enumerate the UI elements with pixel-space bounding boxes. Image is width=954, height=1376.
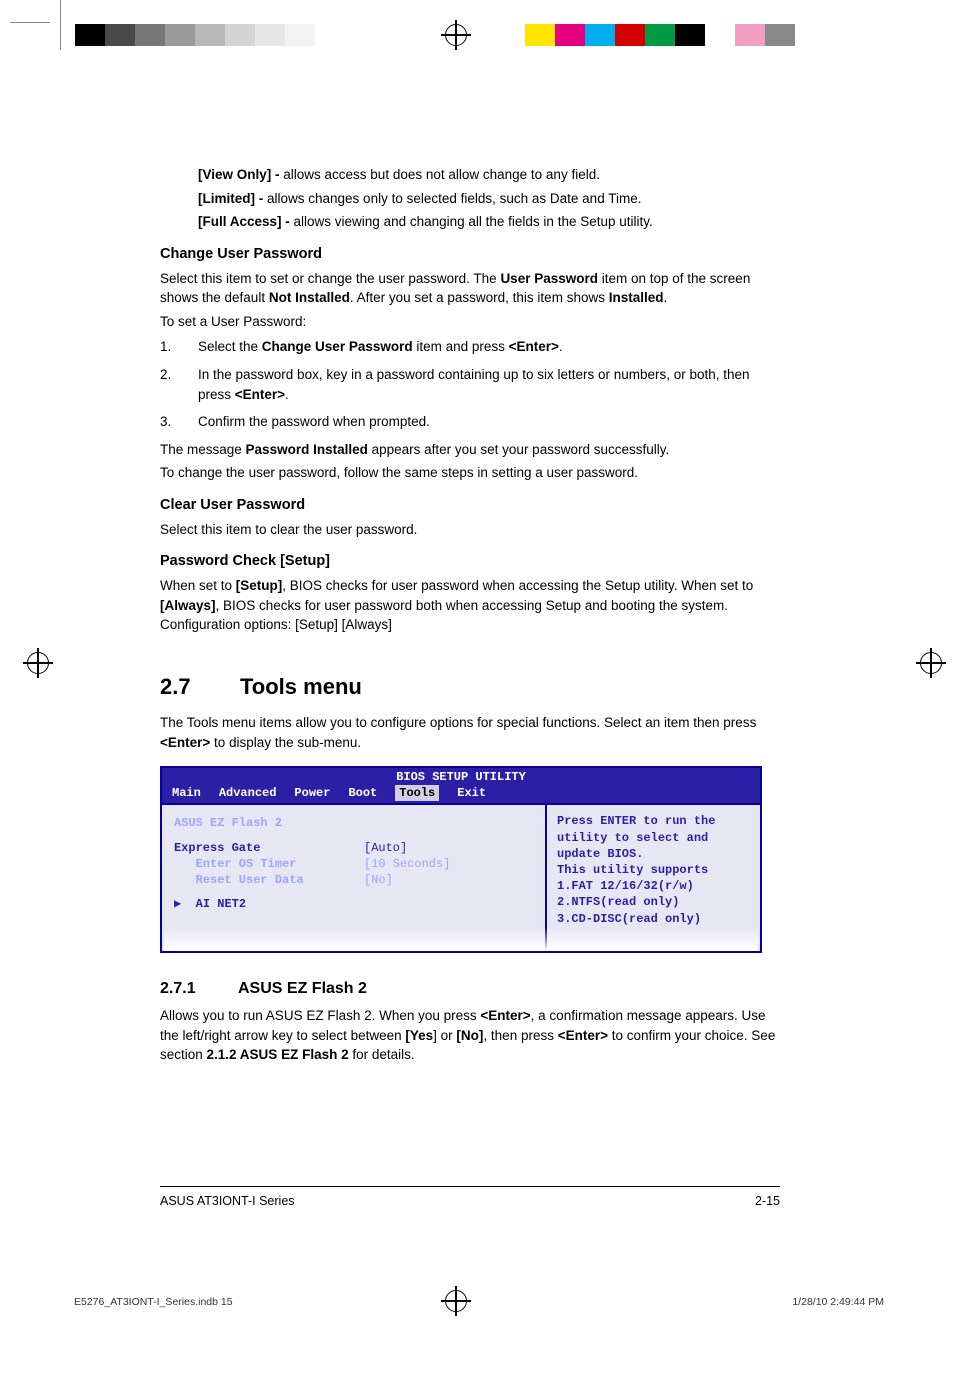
bios-config-row: Express Gate[Auto] — [174, 840, 537, 856]
print-swatches-gray — [75, 24, 375, 46]
bios-title: BIOS SETUP UTILITY — [162, 768, 760, 785]
swatch — [345, 24, 375, 46]
bios-menu-bar: Main Advanced Power Boot Tools Exit — [162, 785, 760, 805]
swatch — [735, 24, 765, 46]
step-item: 2.In the password box, key in a password… — [160, 365, 780, 404]
access-level-item: [View Only] - allows access but does not… — [198, 165, 780, 185]
bios-menu-item: Advanced — [219, 785, 277, 801]
crop-mark — [10, 22, 50, 24]
body-text: The message Password Installed appears a… — [160, 440, 780, 460]
swatch — [615, 24, 645, 46]
heading-password-check: Password Check [Setup] — [160, 551, 780, 572]
registration-mark-icon — [445, 24, 467, 46]
body-text: To change the user password, follow the … — [160, 463, 780, 483]
swatch — [525, 24, 555, 46]
subsection-heading-ez-flash: 2.7.1ASUS EZ Flash 2 — [160, 977, 780, 1000]
page-number: 2-15 — [755, 1194, 780, 1208]
page-content: [View Only] - allows access but does not… — [160, 165, 780, 1069]
bios-menu-item: Tools — [395, 785, 439, 801]
swatch — [135, 24, 165, 46]
manual-page: [View Only] - allows access but does not… — [0, 0, 954, 1376]
swatch — [555, 24, 585, 46]
swatch — [75, 24, 105, 46]
fade-overlay — [164, 927, 758, 951]
print-file-name: E5276_AT3IONT-I_Series.indb 15 — [74, 1296, 233, 1308]
swatch — [165, 24, 195, 46]
body-text: The Tools menu items allow you to config… — [160, 713, 780, 752]
body-text: Allows you to run ASUS EZ Flash 2. When … — [160, 1006, 780, 1065]
triangle-right-icon: ▶ — [174, 897, 181, 911]
bios-config-row: Enter OS Timer[10 Seconds] — [174, 856, 537, 872]
bios-menu-item: Power — [294, 785, 330, 801]
step-item: 1.Select the Change User Password item a… — [160, 337, 780, 357]
registration-mark-icon — [27, 652, 49, 674]
bios-menu-item: Boot — [348, 785, 377, 801]
swatch — [255, 24, 285, 46]
access-level-item: [Limited] - allows changes only to selec… — [198, 189, 780, 209]
body-text: Select this item to clear the user passw… — [160, 520, 780, 540]
swatch — [315, 24, 345, 46]
footer-product-name: ASUS AT3IONT-I Series — [160, 1194, 295, 1208]
bios-config-row: Reset User Data[No] — [174, 872, 537, 888]
swatch — [705, 24, 735, 46]
numbered-steps: 1.Select the Change User Password item a… — [160, 337, 780, 431]
footer-rule — [160, 1186, 780, 1187]
bios-setup-utility-screenshot: BIOS SETUP UTILITY Main Advanced Power Boot… — [160, 766, 762, 953]
bios-menu-item: Main — [172, 785, 201, 801]
swatch — [645, 24, 675, 46]
access-level-item: [Full Access] - allows viewing and chang… — [198, 212, 780, 232]
body-text: To set a User Password: — [160, 312, 780, 332]
swatch — [195, 24, 225, 46]
bios-item-ez-flash: ASUS EZ Flash 2 — [174, 815, 537, 831]
swatch — [105, 24, 135, 46]
swatch — [765, 24, 795, 46]
swatch — [285, 24, 315, 46]
heading-clear-user-password: Clear User Password — [160, 495, 780, 516]
step-item: 3.Confirm the password when prompted. — [160, 412, 780, 432]
crop-mark — [40, 0, 61, 50]
bios-submenu-ai-net2: ▶ AI NET2 — [174, 896, 537, 912]
swatch — [225, 24, 255, 46]
swatch — [675, 24, 705, 46]
swatch — [795, 24, 825, 46]
heading-change-user-password: Change User Password — [160, 244, 780, 265]
access-level-list: [View Only] - allows access but does not… — [198, 165, 780, 232]
swatch — [585, 24, 615, 46]
registration-mark-icon — [920, 652, 942, 674]
bios-menu-item: Exit — [457, 785, 486, 801]
registration-mark-icon — [445, 1290, 467, 1312]
section-heading-tools-menu: 2.7Tools menu — [160, 671, 780, 703]
body-text: When set to [Setup], BIOS checks for use… — [160, 576, 780, 635]
print-swatches-color — [525, 24, 825, 46]
body-text: Select this item to set or change the us… — [160, 269, 780, 308]
print-timestamp: 1/28/10 2:49:44 PM — [792, 1296, 884, 1308]
